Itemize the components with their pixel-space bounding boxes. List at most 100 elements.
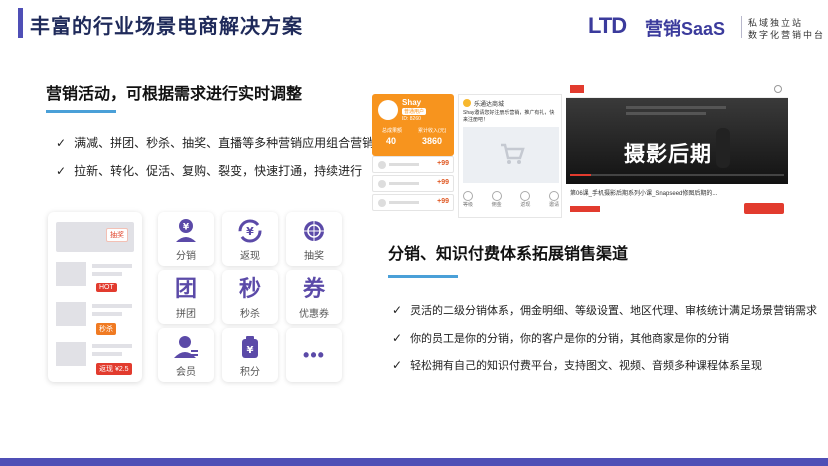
tile-label: 返现 bbox=[240, 251, 260, 262]
rebate-tag-label: 返现 bbox=[99, 366, 113, 373]
section1-bullet: ✓ 拉新、转化、促活、复购、裂变，快速打通，持续进行 bbox=[56, 162, 362, 179]
logo-divider bbox=[741, 16, 742, 38]
product-line bbox=[92, 264, 132, 268]
search-icon[interactable] bbox=[774, 85, 782, 93]
title-accent-bar bbox=[18, 8, 23, 38]
bullet-text: 满减、拼团、秒杀、抽奖、直播等多种营销应用组合营销 bbox=[74, 136, 375, 150]
section1-bullet: ✓ 满减、拼团、秒杀、抽奖、直播等多种营销应用组合营销 bbox=[56, 134, 374, 151]
plus-value: +99 bbox=[437, 160, 449, 167]
action-cashback[interactable]: 返现 bbox=[520, 191, 530, 208]
section1-underline bbox=[46, 110, 116, 113]
page-title: 丰富的行业场景电商解决方案 bbox=[30, 16, 303, 38]
avatar bbox=[378, 161, 386, 169]
member-user-icon bbox=[158, 334, 214, 360]
action-label: 返现 bbox=[520, 202, 531, 208]
tile-lottery[interactable]: 抽奖 bbox=[286, 212, 342, 266]
product-thumb bbox=[56, 342, 86, 366]
tile-coupon[interactable]: 券 优惠券 bbox=[286, 270, 342, 324]
avatar bbox=[378, 100, 398, 120]
buy-button[interactable] bbox=[744, 203, 784, 214]
product-line bbox=[92, 312, 122, 316]
invite-message-card: 乐通达商城 Shay邀请您好注册乐营销，推广有礼，快来注册吧！ 等级 佣金 返现… bbox=[458, 94, 562, 218]
product-line bbox=[92, 344, 132, 348]
price-label bbox=[570, 206, 600, 212]
profile-id: ID: 8260 bbox=[402, 116, 421, 122]
bullet-text: 灵活的二级分销体系，佣金明细、等级设置、地区代理、审核统计满足场景营销需求 bbox=[410, 305, 818, 317]
action-label: 邀请 bbox=[548, 202, 559, 208]
list-item: +99 bbox=[372, 156, 454, 173]
avatar bbox=[378, 180, 386, 188]
video-subtitle-line bbox=[626, 106, 726, 109]
tile-seckill[interactable]: 秒 秒杀 bbox=[222, 270, 278, 324]
check-icon: ✓ bbox=[392, 331, 403, 345]
video-player[interactable]: 摄影后期 bbox=[566, 98, 788, 184]
check-icon: ✓ bbox=[56, 135, 67, 150]
hot-tag: HOT bbox=[96, 283, 117, 292]
video-topbar bbox=[566, 80, 788, 98]
action-label: 等级 bbox=[463, 202, 474, 208]
footer-bar bbox=[0, 458, 828, 466]
level-icon bbox=[463, 191, 473, 201]
list-line bbox=[389, 201, 419, 204]
tile-label: 积分 bbox=[240, 367, 260, 378]
tile-label: 拼团 bbox=[176, 309, 196, 320]
product-line bbox=[92, 272, 122, 276]
action-level[interactable]: 等级 bbox=[463, 191, 473, 208]
list-line bbox=[389, 182, 419, 185]
svg-text:¥: ¥ bbox=[183, 223, 190, 233]
check-icon: ✓ bbox=[392, 303, 403, 317]
tagline-line-2: 数字化营销中台 bbox=[748, 30, 826, 40]
lottery-tag: 抽奖 bbox=[106, 228, 128, 242]
plus-value: +99 bbox=[437, 198, 449, 205]
progress-track[interactable] bbox=[570, 174, 784, 176]
action-label: 佣金 bbox=[491, 202, 502, 208]
stat1-label: 总成果额 bbox=[382, 128, 403, 134]
logo-ltd: LTD bbox=[588, 13, 627, 38]
section1-title: 营销活动，可根据需求进行实时调整 bbox=[46, 86, 303, 103]
invite-message: Shay邀请您好注册乐营销，推广有礼，快来注册吧！ bbox=[463, 110, 555, 123]
profile-badge: 普通用户 bbox=[402, 108, 427, 115]
coupon-quan-icon: 券 bbox=[302, 276, 325, 301]
feature-grid: ¥ 分销 ¥ 返现 抽奖 团 拼团 秒 秒杀 券 优惠券 会员 ¥ 积分 ••• bbox=[158, 212, 348, 382]
section2-title: 分销、知识付费体系拓展销售渠道 bbox=[388, 246, 629, 263]
stat2-label: 累计收入(元) bbox=[418, 128, 447, 134]
list-item: +99 bbox=[372, 194, 454, 211]
svg-text:¥: ¥ bbox=[246, 225, 254, 238]
plus-value: +99 bbox=[437, 179, 449, 186]
tile-label: 优惠券 bbox=[299, 309, 329, 320]
video-subtitle-line bbox=[626, 112, 706, 115]
tile-distribution[interactable]: ¥ 分销 bbox=[158, 212, 214, 266]
bullet-text: 拉新、转化、促活、复购、裂变，快速打通，持续进行 bbox=[74, 164, 363, 178]
check-icon: ✓ bbox=[56, 163, 67, 178]
tile-points[interactable]: ¥ 积分 bbox=[222, 328, 278, 382]
cashback-cycle-icon: ¥ bbox=[222, 218, 278, 244]
invite-icon bbox=[548, 191, 559, 201]
tile-more[interactable]: ••• bbox=[286, 328, 342, 382]
tile-group-buy[interactable]: 团 拼团 bbox=[158, 270, 214, 324]
commission-icon bbox=[491, 191, 502, 201]
dancer-figure bbox=[716, 128, 730, 168]
app-name: 乐通达商城 bbox=[474, 102, 505, 108]
tile-label: 秒杀 bbox=[240, 309, 260, 320]
video-info: 第06课_手机摄影后期系列小课_Snapseed修图后期的... bbox=[566, 184, 788, 220]
video-headline: 摄影后期 bbox=[624, 143, 712, 166]
profile-name: Shay bbox=[402, 98, 422, 107]
avatar bbox=[378, 199, 386, 207]
points-bag-icon: ¥ bbox=[222, 334, 278, 360]
group-tuan-icon: 团 bbox=[174, 276, 197, 301]
video-course-screenshot: 摄影后期 第06课_手机摄影后期系列小课_Snapseed修图后期的... bbox=[566, 80, 788, 220]
list-item: +99 bbox=[372, 175, 454, 192]
tile-cashback[interactable]: ¥ 返现 bbox=[222, 212, 278, 266]
section2-bullet: ✓ 你的员工是你的分销，你的客户是你的分销，其他商家是你的分销 bbox=[392, 330, 729, 346]
more-dots-icon: ••• bbox=[303, 345, 325, 365]
tile-member[interactable]: 会员 bbox=[158, 328, 214, 382]
phone-mockup: 抽奖 HOT 秒杀 返现 ¥2.5 bbox=[48, 212, 142, 382]
rebate-tag: 返现 ¥2.5 bbox=[96, 363, 132, 375]
product-thumb bbox=[56, 302, 86, 326]
action-invite[interactable]: 邀请 bbox=[548, 191, 559, 208]
product-line bbox=[92, 304, 132, 308]
list-line bbox=[389, 163, 419, 166]
tile-label: 抽奖 bbox=[304, 251, 324, 262]
cart-icon bbox=[499, 141, 525, 172]
action-commission[interactable]: 佣金 bbox=[491, 191, 502, 208]
